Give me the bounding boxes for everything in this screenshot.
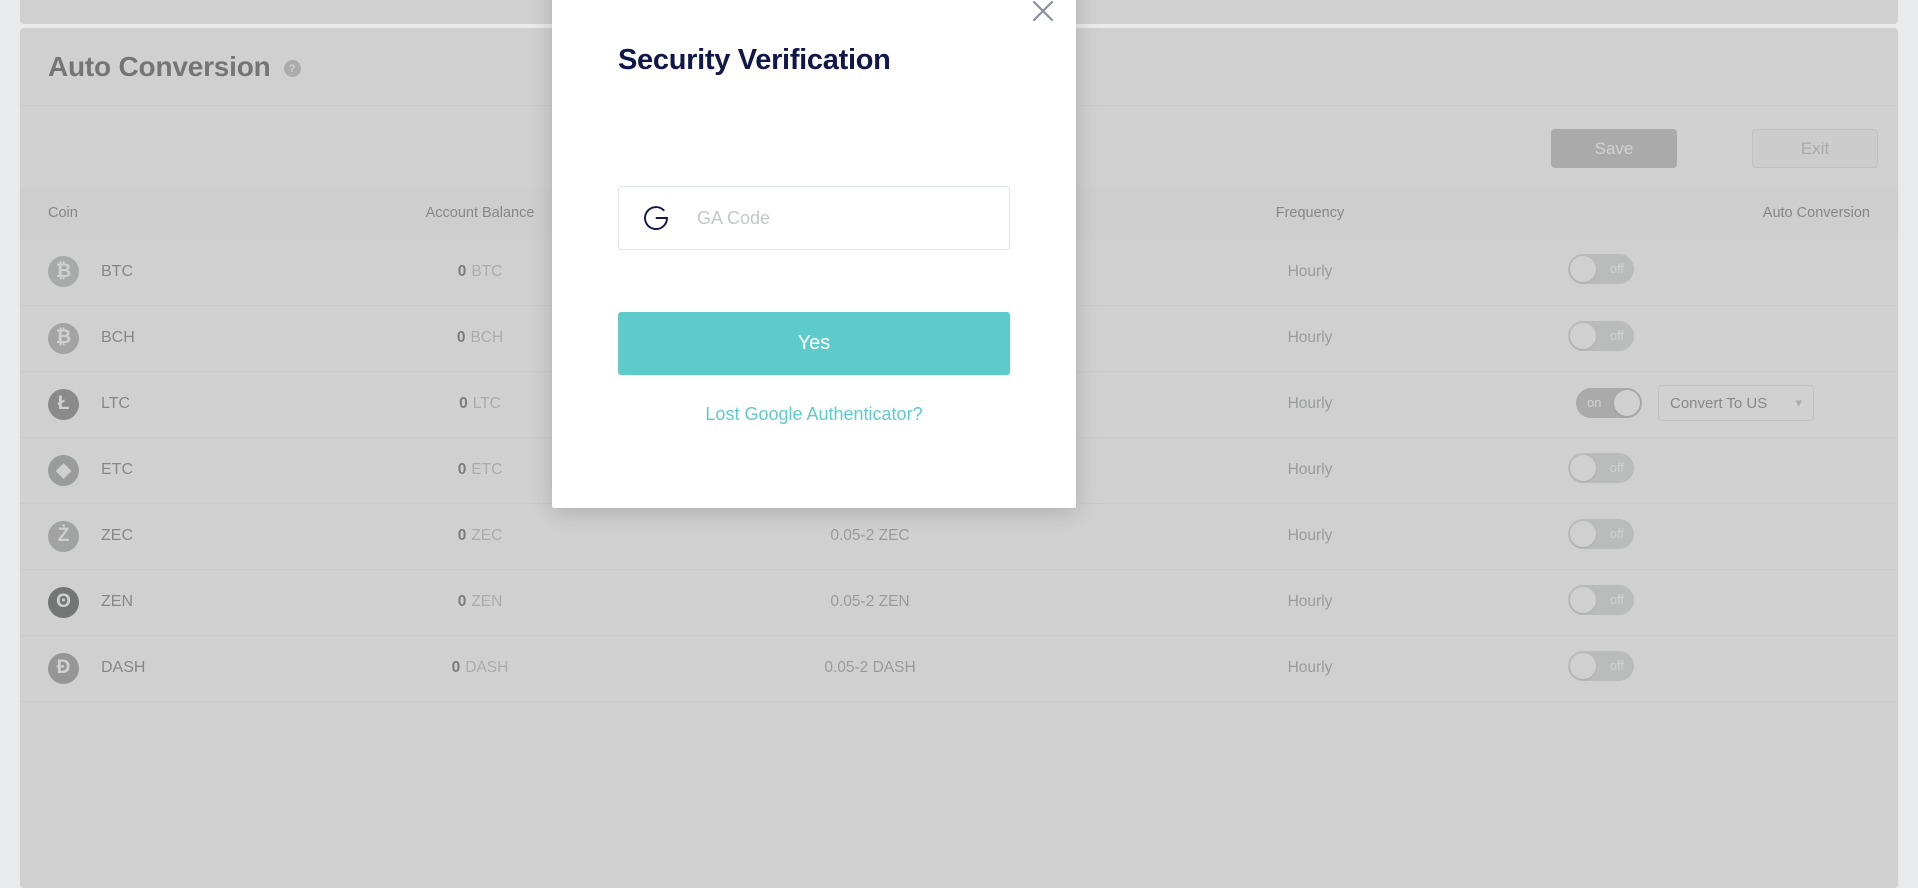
submit-yes-button[interactable]: Yes: [618, 312, 1010, 375]
security-verification-modal: Security Verification Yes Lost Google Au…: [552, 0, 1076, 508]
lost-google-authenticator-link[interactable]: Lost Google Authenticator?: [552, 404, 1076, 425]
ga-code-input[interactable]: [697, 208, 987, 229]
close-icon[interactable]: [1030, 0, 1056, 24]
google-authenticator-icon: [641, 203, 671, 233]
modal-title: Security Verification: [618, 44, 891, 77]
modal-overlay: Security Verification Yes Lost Google Au…: [0, 0, 1918, 860]
ga-code-field[interactable]: [618, 186, 1010, 250]
